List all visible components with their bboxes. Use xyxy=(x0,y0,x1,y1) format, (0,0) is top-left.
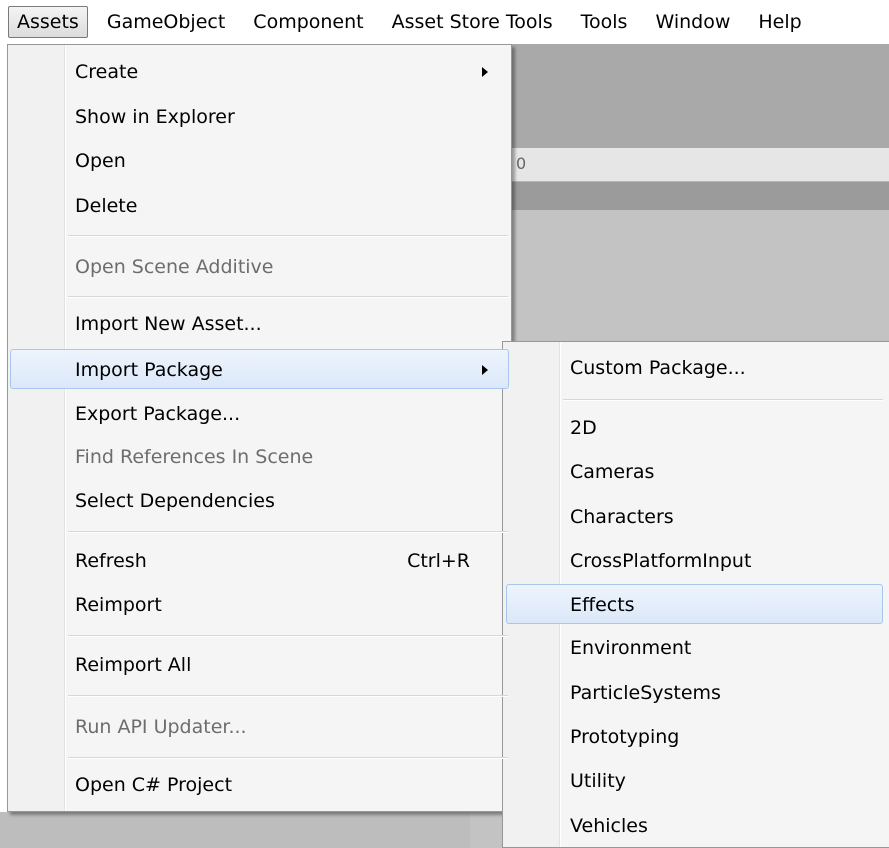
menu-item-refresh[interactable]: Refresh Ctrl+R xyxy=(11,541,508,581)
menubar-help[interactable]: Help xyxy=(749,6,810,38)
menu-item-create[interactable]: Create xyxy=(11,52,508,92)
menu-item-label: Find References In Scene xyxy=(75,446,314,468)
menu-item-label: Custom Package... xyxy=(570,357,746,379)
menubar-tools[interactable]: Tools xyxy=(572,6,637,38)
panel-tab-label: 0 xyxy=(516,154,527,173)
submenu-item-vehicles[interactable]: Vehicles xyxy=(506,806,883,846)
menu-item-label: Vehicles xyxy=(570,815,648,837)
menu-item-label: Refresh xyxy=(75,550,147,572)
menu-item-label: ParticleSystems xyxy=(570,682,721,704)
import-package-submenu: Custom Package... 2D Cameras Characters … xyxy=(502,341,889,848)
submenu-item-cameras[interactable]: Cameras xyxy=(506,452,883,492)
toolbar-background xyxy=(470,44,889,148)
submenu-item-effects[interactable]: Effects xyxy=(506,584,883,624)
menu-item-label: Show in Explorer xyxy=(75,106,235,128)
submenu-item-crossplatforminput[interactable]: CrossPlatformInput xyxy=(506,541,883,581)
menu-item-label: Run API Updater... xyxy=(75,716,247,738)
submenu-arrow-icon xyxy=(482,365,488,375)
menu-item-label: Reimport All xyxy=(75,654,192,676)
menubar-window[interactable]: Window xyxy=(646,6,739,38)
menu-item-label: Reimport xyxy=(75,594,162,616)
menu-item-delete[interactable]: Delete xyxy=(11,186,508,226)
menu-item-label: Open xyxy=(75,150,126,172)
menu-item-label: Cameras xyxy=(570,461,655,483)
menubar-assets[interactable]: Assets xyxy=(8,6,88,38)
submenu-arrow-icon xyxy=(482,67,488,77)
submenu-item-2d[interactable]: 2D xyxy=(506,408,883,448)
submenu-item-particlesystems[interactable]: ParticleSystems xyxy=(506,673,883,713)
menu-item-label: Characters xyxy=(570,506,674,528)
assets-menu: Create Show in Explorer Open Delete Open… xyxy=(7,44,512,812)
menu-item-label: Import Package xyxy=(75,359,223,381)
submenu-item-custom-package[interactable]: Custom Package... xyxy=(506,348,883,388)
menu-item-find-references-in-scene: Find References In Scene xyxy=(11,437,508,477)
menu-item-label: CrossPlatformInput xyxy=(570,550,752,572)
menu-item-label: Open C# Project xyxy=(75,774,233,796)
menu-item-import-new-asset[interactable]: Import New Asset... xyxy=(11,304,508,344)
menu-item-label: Utility xyxy=(570,770,626,792)
menu-item-label: Prototyping xyxy=(570,726,680,748)
menubar-gameobject[interactable]: GameObject xyxy=(98,6,234,38)
menu-item-label: Effects xyxy=(570,594,635,616)
menu-separator xyxy=(68,757,508,759)
menu-item-label: Select Dependencies xyxy=(75,490,275,512)
submenu-item-environment[interactable]: Environment xyxy=(506,628,883,668)
menubar-asset-store-tools[interactable]: Asset Store Tools xyxy=(383,6,562,38)
submenu-item-prototyping[interactable]: Prototyping xyxy=(506,717,883,757)
menu-item-reimport[interactable]: Reimport xyxy=(11,585,508,625)
menu-item-select-dependencies[interactable]: Select Dependencies xyxy=(11,481,508,521)
submenu-item-characters[interactable]: Characters xyxy=(506,497,883,537)
menu-item-reimport-all[interactable]: Reimport All xyxy=(11,645,508,685)
menu-separator xyxy=(68,235,508,237)
menu-item-label: Delete xyxy=(75,195,138,217)
menu-item-run-api-updater: Run API Updater... xyxy=(11,707,508,747)
menu-item-show-in-explorer[interactable]: Show in Explorer xyxy=(11,97,508,137)
panel-header-bar xyxy=(470,182,889,210)
menu-item-label: Environment xyxy=(570,637,692,659)
menu-item-export-package[interactable]: Export Package... xyxy=(11,394,508,434)
menu-item-label: Export Package... xyxy=(75,403,241,425)
menu-item-import-package[interactable]: Import Package xyxy=(10,349,509,389)
menubar: Assets GameObject Component Asset Store … xyxy=(0,0,889,44)
panel-tab-strip: 0 xyxy=(470,148,889,182)
menubar-component[interactable]: Component xyxy=(244,6,372,38)
menu-item-label: Open Scene Additive xyxy=(75,256,274,278)
submenu-item-utility[interactable]: Utility xyxy=(506,761,883,801)
menu-item-label: 2D xyxy=(570,417,597,439)
menu-separator xyxy=(68,635,508,637)
menu-separator xyxy=(68,531,508,533)
menu-item-label: Create xyxy=(75,61,139,83)
menu-item-open-csharp-project[interactable]: Open C# Project xyxy=(11,765,508,805)
left-panel-bottom xyxy=(0,812,470,848)
menu-item-shortcut: Ctrl+R xyxy=(407,550,470,572)
menu-separator xyxy=(563,399,883,401)
menu-item-open-scene-additive: Open Scene Additive xyxy=(11,247,508,287)
menu-separator xyxy=(68,695,508,697)
menu-item-label: Import New Asset... xyxy=(75,313,262,335)
menu-item-open[interactable]: Open xyxy=(11,141,508,181)
menu-separator xyxy=(68,296,508,298)
editor-window: Assets GameObject Component Asset Store … xyxy=(0,0,889,848)
